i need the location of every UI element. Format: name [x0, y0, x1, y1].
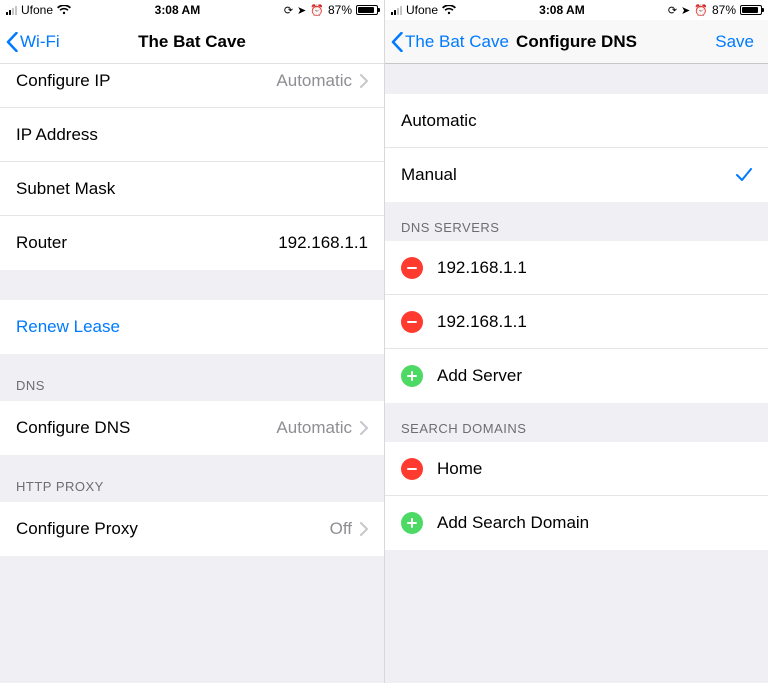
add-icon[interactable] — [401, 512, 423, 534]
carrier-label: Ufone — [406, 3, 438, 17]
row-label: Configure DNS — [16, 418, 130, 438]
row-value: 192.168.1.1 — [278, 233, 368, 253]
row-label: Router — [16, 233, 67, 253]
signal-icon — [6, 5, 17, 15]
row-label: Home — [437, 459, 482, 479]
orientation-lock-icon: ⟳ — [668, 4, 677, 17]
row-label: Add Search Domain — [437, 513, 589, 533]
section-header-http-proxy: HTTP PROXY — [0, 455, 384, 502]
battery-icon — [356, 5, 378, 15]
row-configure-ip[interactable]: Configure IP Automatic — [0, 64, 384, 108]
row-value: Off — [330, 519, 352, 539]
battery-icon — [740, 5, 762, 15]
row-label: Configure Proxy — [16, 519, 138, 539]
content-scroll[interactable]: Automatic Manual DNS SERVERS 192.168.1.1… — [385, 64, 768, 683]
alarm-icon: ⏰ — [694, 4, 708, 17]
delete-icon[interactable] — [401, 311, 423, 333]
row-label: IP Address — [16, 125, 98, 145]
nav-title: The Bat Cave — [138, 32, 246, 52]
orientation-lock-icon: ⟳ — [284, 4, 293, 17]
wifi-icon — [57, 5, 71, 15]
content-scroll[interactable]: Configure IP Automatic IP Address Subnet… — [0, 64, 384, 683]
row-label: Configure IP — [16, 71, 111, 91]
row-label: Manual — [401, 165, 457, 185]
delete-icon[interactable] — [401, 458, 423, 480]
delete-icon[interactable] — [401, 257, 423, 279]
location-icon: ➤ — [681, 4, 690, 17]
chevron-right-icon — [360, 421, 368, 435]
option-manual[interactable]: Manual — [385, 148, 768, 202]
carrier-label: Ufone — [21, 3, 53, 17]
nav-bar: The Bat Cave Configure DNS Save — [385, 20, 768, 64]
configure-dns-screen: Ufone 3:08 AM ⟳ ➤ ⏰ 87% The Bat Cave Con… — [384, 0, 768, 683]
battery-pct: 87% — [712, 3, 736, 17]
row-subnet-mask: Subnet Mask — [0, 162, 384, 216]
wifi-icon — [442, 5, 456, 15]
row-configure-dns[interactable]: Configure DNS Automatic — [0, 401, 384, 455]
dns-server-row[interactable]: 192.168.1.1 — [385, 241, 768, 295]
alarm-icon: ⏰ — [310, 4, 324, 17]
status-bar: Ufone 3:08 AM ⟳ ➤ ⏰ 87% — [0, 0, 384, 20]
back-label: Wi-Fi — [20, 32, 60, 52]
section-header-dns: DNS — [0, 354, 384, 401]
row-label: Renew Lease — [16, 317, 120, 337]
row-label: Add Server — [437, 366, 522, 386]
row-router: Router 192.168.1.1 — [0, 216, 384, 270]
dns-server-row[interactable]: 192.168.1.1 — [385, 295, 768, 349]
add-search-domain-row[interactable]: Add Search Domain — [385, 496, 768, 550]
renew-lease-button[interactable]: Renew Lease — [0, 300, 384, 354]
row-value: Automatic — [276, 71, 352, 91]
section-header-search-domains: SEARCH DOMAINS — [385, 403, 768, 442]
status-time: 3:08 AM — [155, 3, 201, 17]
nav-bar: Wi-Fi The Bat Cave — [0, 20, 384, 64]
battery-pct: 87% — [328, 3, 352, 17]
add-icon[interactable] — [401, 365, 423, 387]
row-label: 192.168.1.1 — [437, 312, 527, 332]
back-button[interactable]: Wi-Fi — [0, 32, 60, 52]
row-configure-proxy[interactable]: Configure Proxy Off — [0, 502, 384, 556]
chevron-right-icon — [360, 74, 368, 88]
signal-icon — [391, 5, 402, 15]
section-header-dns-servers: DNS SERVERS — [385, 202, 768, 241]
save-button[interactable]: Save — [715, 32, 768, 52]
status-time: 3:08 AM — [539, 3, 585, 17]
option-automatic[interactable]: Automatic — [385, 94, 768, 148]
row-label: 192.168.1.1 — [437, 258, 527, 278]
wifi-details-screen: Ufone 3:08 AM ⟳ ➤ ⏰ 87% Wi-Fi The Bat Ca… — [0, 0, 384, 683]
checkmark-icon — [736, 168, 752, 182]
back-label: The Bat Cave — [405, 32, 509, 52]
row-label: Automatic — [401, 111, 477, 131]
row-label: Subnet Mask — [16, 179, 115, 199]
back-button[interactable]: The Bat Cave — [385, 32, 509, 52]
search-domain-row[interactable]: Home — [385, 442, 768, 496]
nav-title: Configure DNS — [516, 32, 637, 52]
chevron-right-icon — [360, 522, 368, 536]
status-bar: Ufone 3:08 AM ⟳ ➤ ⏰ 87% — [385, 0, 768, 20]
row-value: Automatic — [276, 418, 352, 438]
location-icon: ➤ — [297, 4, 306, 17]
row-ip-address: IP Address — [0, 108, 384, 162]
add-server-row[interactable]: Add Server — [385, 349, 768, 403]
